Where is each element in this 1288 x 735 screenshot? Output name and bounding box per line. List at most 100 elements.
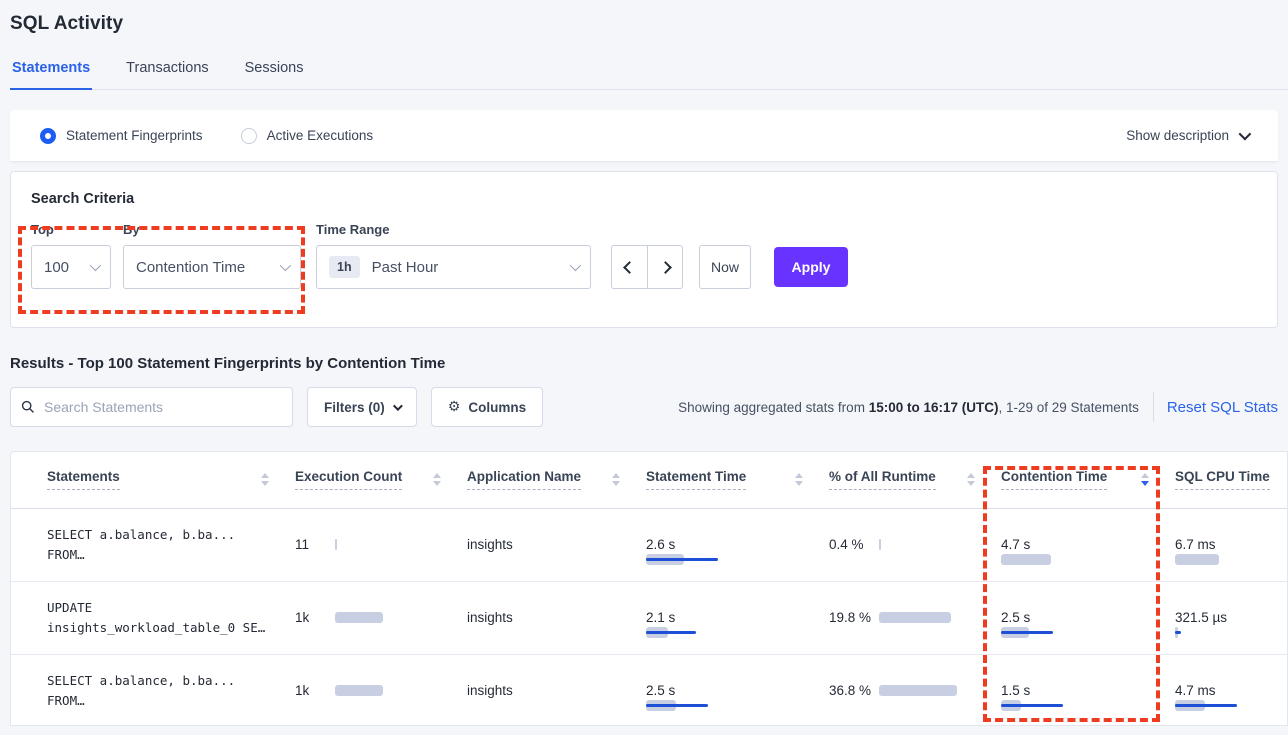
sort-icon[interactable] xyxy=(261,473,269,487)
vertical-divider xyxy=(1152,392,1154,422)
execution-count-value: 1k xyxy=(295,610,310,625)
execution-count-bar xyxy=(335,612,425,623)
pct-runtime-value: 36.8 % xyxy=(829,682,872,698)
statement-link[interactable]: SELECT a.balance, b.ba... FROM… xyxy=(47,525,287,565)
chevron-down-icon xyxy=(569,259,582,272)
sql-activity-page: SQL Activity Statements Transactions Ses… xyxy=(0,0,1288,735)
time-range-badge: 1h xyxy=(329,256,360,278)
stats-area: Showing aggregated stats from 15:00 to 1… xyxy=(678,392,1278,422)
pct-runtime-value: 19.8 % xyxy=(829,609,872,625)
statement-time-value: 2.6 s xyxy=(646,536,676,552)
search-criteria-title: Search Criteria xyxy=(31,191,135,207)
chevron-down-icon xyxy=(89,259,102,272)
sort-icon[interactable] xyxy=(795,473,803,487)
contention-time-value: 4.7 s xyxy=(1001,536,1031,552)
by-select[interactable]: Contention Time xyxy=(123,245,301,289)
tab-sessions[interactable]: Sessions xyxy=(243,60,306,89)
execution-count-bar xyxy=(335,685,425,696)
top-label: Top xyxy=(31,222,54,237)
tab-transactions[interactable]: Transactions xyxy=(124,60,210,89)
statement-link[interactable]: SELECT a.balance, b.ba... FROM… xyxy=(47,671,287,711)
time-range-field: Time Range 1h Past Hour xyxy=(316,222,591,289)
time-range-value: Past Hour xyxy=(371,258,439,276)
application-name-value: insights xyxy=(467,610,513,625)
page-title: SQL Activity xyxy=(10,13,124,34)
pct-runtime-value: 0.4 % xyxy=(829,536,864,552)
pct-runtime-bar xyxy=(879,612,969,623)
filters-button-label: Filters (0) xyxy=(324,399,385,415)
sql-cpu-time-value: 4.7 ms xyxy=(1175,682,1216,698)
chevron-down-icon xyxy=(279,259,292,272)
columns-button[interactable]: ⚙ Columns xyxy=(430,387,544,427)
radio-label-active: Active Executions xyxy=(266,128,374,143)
table-row[interactable]: SELECT a.balance, b.ba... FROM… 11 insigh… xyxy=(11,508,1287,582)
statements-table-card: Statements Execution Count Application N… xyxy=(10,451,1288,726)
apply-button[interactable]: Apply xyxy=(774,247,848,287)
sql-cpu-time-value: 321.5 µs xyxy=(1175,609,1228,625)
column-header-statement-time[interactable]: Statement Time xyxy=(638,452,821,509)
execution-count-value: 11 xyxy=(295,537,310,552)
show-description-label: Show description xyxy=(1126,128,1229,143)
reset-sql-stats-link[interactable]: Reset SQL Stats xyxy=(1167,399,1278,416)
search-icon xyxy=(21,400,34,413)
radio-selected-icon[interactable] xyxy=(40,127,56,144)
results-heading: Results - Top 100 Statement Fingerprints… xyxy=(10,355,446,372)
execution-count-bar xyxy=(335,539,425,550)
radio-label-fingerprints: Statement Fingerprints xyxy=(66,128,203,143)
table-row[interactable]: SELECT a.balance, b.ba... FROM… 1k insigh… xyxy=(11,654,1287,725)
chevron-right-icon xyxy=(658,260,672,274)
sort-icon[interactable] xyxy=(433,473,441,487)
now-button[interactable]: Now xyxy=(699,245,751,289)
table-row[interactable]: UPDATE insights_workload_table_0 SE… 1k i… xyxy=(11,581,1287,655)
sort-icon[interactable] xyxy=(967,473,975,487)
search-statements-box[interactable] xyxy=(10,387,293,427)
view-toggle-bar: Statement Fingerprints Active Executions… xyxy=(10,110,1278,162)
statements-table: Statements Execution Count Application N… xyxy=(11,452,1287,725)
tab-bar: Statements Transactions Sessions xyxy=(10,60,1288,90)
tab-statements[interactable]: Statements xyxy=(10,60,93,90)
pct-runtime-bar xyxy=(879,685,969,696)
contention-time-value: 2.5 s xyxy=(1001,609,1031,625)
time-range-select[interactable]: 1h Past Hour xyxy=(316,245,591,289)
aggregated-stats-text: Showing aggregated stats from 15:00 to 1… xyxy=(678,399,1139,415)
search-criteria-card: Search Criteria Top 100 By Contention Ti… xyxy=(10,171,1278,328)
contention-time-value: 1.5 s xyxy=(1001,682,1031,698)
show-description-toggle[interactable]: Show description xyxy=(1126,127,1252,143)
by-select-value: Contention Time xyxy=(136,258,246,276)
top-select[interactable]: 100 xyxy=(31,245,111,289)
statement-time-value: 2.1 s xyxy=(646,609,676,625)
table-controls-row: Filters (0) ⚙ Columns Showing aggregated… xyxy=(10,387,1278,427)
filters-button[interactable]: Filters (0) xyxy=(307,387,417,427)
chevron-left-icon xyxy=(623,260,636,274)
statement-link[interactable]: UPDATE insights_workload_table_0 SE… xyxy=(47,598,287,638)
previous-time-button[interactable] xyxy=(611,245,647,289)
sql-cpu-time-value: 6.7 ms xyxy=(1175,536,1216,552)
time-nav-group xyxy=(611,245,683,289)
column-header-application-name[interactable]: Application Name xyxy=(459,452,638,509)
sort-icon[interactable] xyxy=(612,473,620,487)
top-select-value: 100 xyxy=(44,258,70,276)
column-header-contention-time[interactable]: Contention Time xyxy=(993,452,1167,509)
top-field: Top 100 xyxy=(31,222,111,289)
chevron-down-icon xyxy=(1238,127,1252,141)
execution-count-value: 1k xyxy=(295,683,310,698)
application-name-value: insights xyxy=(467,683,513,698)
column-header-sql-cpu-time[interactable]: SQL CPU Time xyxy=(1167,452,1287,509)
column-header-statements[interactable]: Statements xyxy=(11,452,287,509)
sort-icon-active-desc[interactable] xyxy=(1141,473,1149,487)
table-header-row: Statements Execution Count Application N… xyxy=(11,452,1287,509)
pct-runtime-bar xyxy=(879,539,969,550)
by-label: By xyxy=(123,222,140,237)
columns-button-label: Columns xyxy=(468,399,527,415)
column-header-execution-count[interactable]: Execution Count xyxy=(287,452,459,509)
radio-unselected-icon[interactable] xyxy=(240,127,257,144)
application-name-value: insights xyxy=(467,537,513,552)
next-time-button[interactable] xyxy=(647,245,683,289)
gear-icon: ⚙ xyxy=(447,399,461,415)
statement-time-value: 2.5 s xyxy=(646,682,676,698)
radio-active-executions[interactable]: Active Executions xyxy=(240,127,374,144)
column-header-pct-runtime[interactable]: % of All Runtime xyxy=(821,452,993,509)
radio-statement-fingerprints[interactable]: Statement Fingerprints xyxy=(40,127,203,144)
chevron-down-icon xyxy=(392,400,403,411)
search-statements-input[interactable] xyxy=(44,399,282,415)
